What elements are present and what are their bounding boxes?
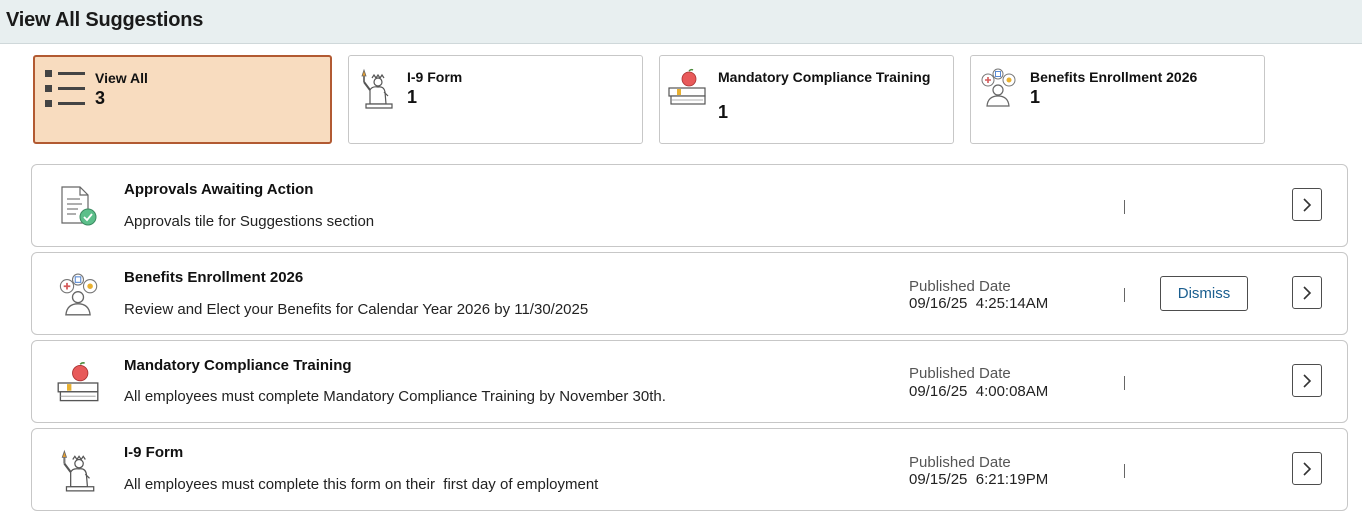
suggestion-card-compliance[interactable]: Mandatory Compliance Training All employ… <box>31 340 1348 423</box>
card-description: All employees must complete this form on… <box>124 476 599 493</box>
chevron-right-icon <box>1303 461 1312 476</box>
card-description: All employees must complete Mandatory Co… <box>124 388 666 405</box>
apple-books-icon <box>56 361 100 405</box>
open-details-button[interactable] <box>1292 364 1322 397</box>
benefits-person-icon <box>56 273 100 317</box>
statue-of-liberty-icon <box>56 449 100 493</box>
card-title: Benefits Enrollment 2026 <box>124 269 304 286</box>
chevron-right-icon <box>1303 197 1312 212</box>
published-date-label: Published Date <box>909 454 1011 471</box>
tile-count: 3 <box>95 88 106 108</box>
separator <box>1124 376 1125 390</box>
published-date-value: 09/16/25 4:00:08AM <box>909 383 1049 400</box>
tile-count: 1 <box>407 87 418 107</box>
suggestion-card-i9-form[interactable]: I-9 Form All employees must complete thi… <box>31 428 1348 511</box>
separator <box>1124 464 1125 478</box>
page-header: View All Suggestions <box>0 0 1362 44</box>
benefits-person-icon <box>978 68 1018 113</box>
open-details-button[interactable] <box>1292 276 1322 309</box>
suggestion-card-benefits[interactable]: Benefits Enrollment 2026 Review and Elec… <box>31 252 1348 335</box>
page-title: View All Suggestions <box>6 9 204 31</box>
tile-label: Benefits Enrollment 2026 <box>1030 69 1198 85</box>
document-check-icon <box>56 185 100 229</box>
tile-count: 1 <box>1030 87 1041 107</box>
tile-view-all[interactable]: View All 3 <box>33 55 332 144</box>
tile-count: 1 <box>718 102 729 122</box>
statue-of-liberty-icon <box>358 68 396 115</box>
published-date-label: Published Date <box>909 365 1011 382</box>
chevron-right-icon <box>1303 285 1312 300</box>
published-date-label: Published Date <box>909 278 1011 295</box>
open-details-button[interactable] <box>1292 188 1322 221</box>
tile-label: Mandatory Compliance Training <box>718 69 931 85</box>
list-icon <box>45 70 87 115</box>
suggestion-card-approvals[interactable]: Approvals Awaiting Action Approvals tile… <box>31 164 1348 247</box>
card-description: Approvals tile for Suggestions section <box>124 213 375 230</box>
card-title: Approvals Awaiting Action <box>124 181 314 198</box>
tile-i9-form[interactable]: I-9 Form 1 <box>348 55 643 144</box>
card-title: I-9 Form <box>124 444 184 461</box>
published-date-value: 09/15/25 6:21:19PM <box>909 471 1049 488</box>
tile-benefits-enrollment-2026[interactable]: Benefits Enrollment 2026 1 <box>970 55 1265 144</box>
dismiss-button[interactable]: Dismiss <box>1160 276 1248 311</box>
published-date-value: 09/16/25 4:25:14AM <box>909 295 1049 312</box>
chevron-right-icon <box>1303 373 1312 388</box>
tile-label: I-9 Form <box>407 69 463 85</box>
tile-label: View All <box>95 70 148 86</box>
separator <box>1124 288 1125 302</box>
tile-mandatory-compliance-training[interactable]: Mandatory Compliance Training 1 <box>659 55 954 144</box>
separator <box>1124 200 1125 214</box>
apple-books-icon <box>667 68 707 113</box>
card-title: Mandatory Compliance Training <box>124 357 352 374</box>
open-details-button[interactable] <box>1292 452 1322 485</box>
card-description: Review and Elect your Benefits for Calen… <box>124 301 589 318</box>
